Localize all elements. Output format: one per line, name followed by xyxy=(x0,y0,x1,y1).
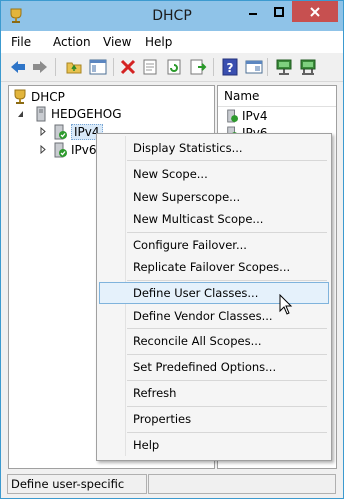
menu-file[interactable]: File xyxy=(11,35,31,49)
tree-node-ipv4[interactable]: IPv4 xyxy=(39,123,103,140)
refresh-icon[interactable] xyxy=(165,58,183,76)
forward-arrow-icon[interactable] xyxy=(31,58,49,76)
menu-separator xyxy=(127,280,327,281)
menu-item-define-user-classes[interactable]: Define User Classes... xyxy=(99,282,329,304)
menu-help[interactable]: Help xyxy=(145,35,172,49)
close-button[interactable] xyxy=(292,1,338,22)
tree-node-server[interactable]: HEDGEHOG xyxy=(17,105,122,122)
dhcp-protocol-icon xyxy=(54,142,67,157)
tree-node-dhcp[interactable]: DHCP xyxy=(13,88,65,105)
menu-separator xyxy=(127,232,327,233)
menu-action[interactable]: Action xyxy=(53,35,91,49)
help-icon[interactable]: ? xyxy=(221,58,239,76)
menu-item-refresh[interactable]: Refresh xyxy=(99,382,329,404)
export-list-icon[interactable] xyxy=(189,58,207,76)
menu-item-set-predefined-options[interactable]: Set Predefined Options... xyxy=(99,356,329,378)
tree-label: DHCP xyxy=(31,89,65,104)
back-arrow-icon[interactable] xyxy=(9,58,27,76)
server-tower-icon xyxy=(36,106,46,121)
dhcp-protocol-icon xyxy=(54,124,67,139)
toolbar-separator xyxy=(113,58,114,76)
menu-separator xyxy=(127,432,327,433)
title-bar[interactable]: DHCP xyxy=(1,1,343,31)
svg-text:?: ? xyxy=(227,61,234,75)
menu-view[interactable]: View xyxy=(103,35,131,49)
maximize-icon xyxy=(274,6,284,17)
status-bar: Define user-specific xyxy=(1,471,343,498)
menu-bar: File Action View Help xyxy=(1,31,343,53)
close-icon xyxy=(310,6,320,17)
toolbar: ? xyxy=(1,53,343,82)
menu-item-properties[interactable]: Properties xyxy=(99,408,329,430)
show-hide-tree-icon[interactable] xyxy=(89,58,107,76)
menu-item-reconcile-all-scopes[interactable]: Reconcile All Scopes... xyxy=(99,330,329,352)
collapse-arrow-icon[interactable] xyxy=(17,110,25,118)
status-text-field: Define user-specific xyxy=(7,474,147,494)
server-network-icon[interactable] xyxy=(299,58,317,76)
menu-separator xyxy=(127,328,327,329)
delete-icon[interactable] xyxy=(119,58,137,76)
list-item-label: IPv4 xyxy=(242,109,268,123)
menu-item-help[interactable]: Help xyxy=(99,434,329,456)
column-header-label: Name xyxy=(224,89,260,103)
status-text: Define user-specific xyxy=(11,477,125,491)
menu-separator xyxy=(127,160,327,161)
dhcp-trophy-icon xyxy=(14,89,26,104)
menu-item-display-statistics[interactable]: Display Statistics... xyxy=(99,137,329,159)
dhcp-window: DHCP File Action View Help ? DHCP HEDGEH… xyxy=(0,0,344,499)
expand-arrow-icon[interactable] xyxy=(39,145,47,154)
status-field-empty xyxy=(148,474,336,494)
properties-icon[interactable] xyxy=(141,58,159,76)
column-header-name[interactable]: Name xyxy=(218,86,336,107)
menu-item-new-superscope[interactable]: New Superscope... xyxy=(99,186,329,208)
context-menu: Display Statistics... New Scope... New S… xyxy=(96,133,332,461)
minimize-icon xyxy=(248,12,257,15)
minimize-button[interactable] xyxy=(239,1,266,22)
expand-arrow-icon[interactable] xyxy=(39,127,47,136)
list-item[interactable]: IPv4 xyxy=(226,108,268,124)
menu-separator xyxy=(127,380,327,381)
toolbar-separator xyxy=(267,58,268,76)
menu-separator xyxy=(127,354,327,355)
tree-node-ipv6[interactable]: IPv6 xyxy=(39,141,97,158)
console-view-icon[interactable] xyxy=(245,58,263,76)
maximize-button[interactable] xyxy=(266,1,292,22)
toolbar-separator xyxy=(55,58,56,76)
menu-separator xyxy=(127,406,327,407)
menu-item-define-vendor-classes[interactable]: Define Vendor Classes... xyxy=(99,305,329,327)
menu-item-new-scope[interactable]: New Scope... xyxy=(99,163,329,185)
menu-item-configure-failover[interactable]: Configure Failover... xyxy=(99,234,329,256)
tree-label: HEDGEHOG xyxy=(51,106,122,121)
dhcp-protocol-icon xyxy=(227,109,238,123)
server-icon[interactable] xyxy=(275,58,293,76)
menu-item-new-multicast-scope[interactable]: New Multicast Scope... xyxy=(99,208,329,230)
mouse-pointer-icon xyxy=(279,294,293,315)
up-folder-icon[interactable] xyxy=(65,58,83,76)
menu-item-replicate-failover-scopes[interactable]: Replicate Failover Scopes... xyxy=(99,256,329,278)
tree-label: IPv6 xyxy=(71,142,97,157)
toolbar-separator xyxy=(213,58,214,76)
